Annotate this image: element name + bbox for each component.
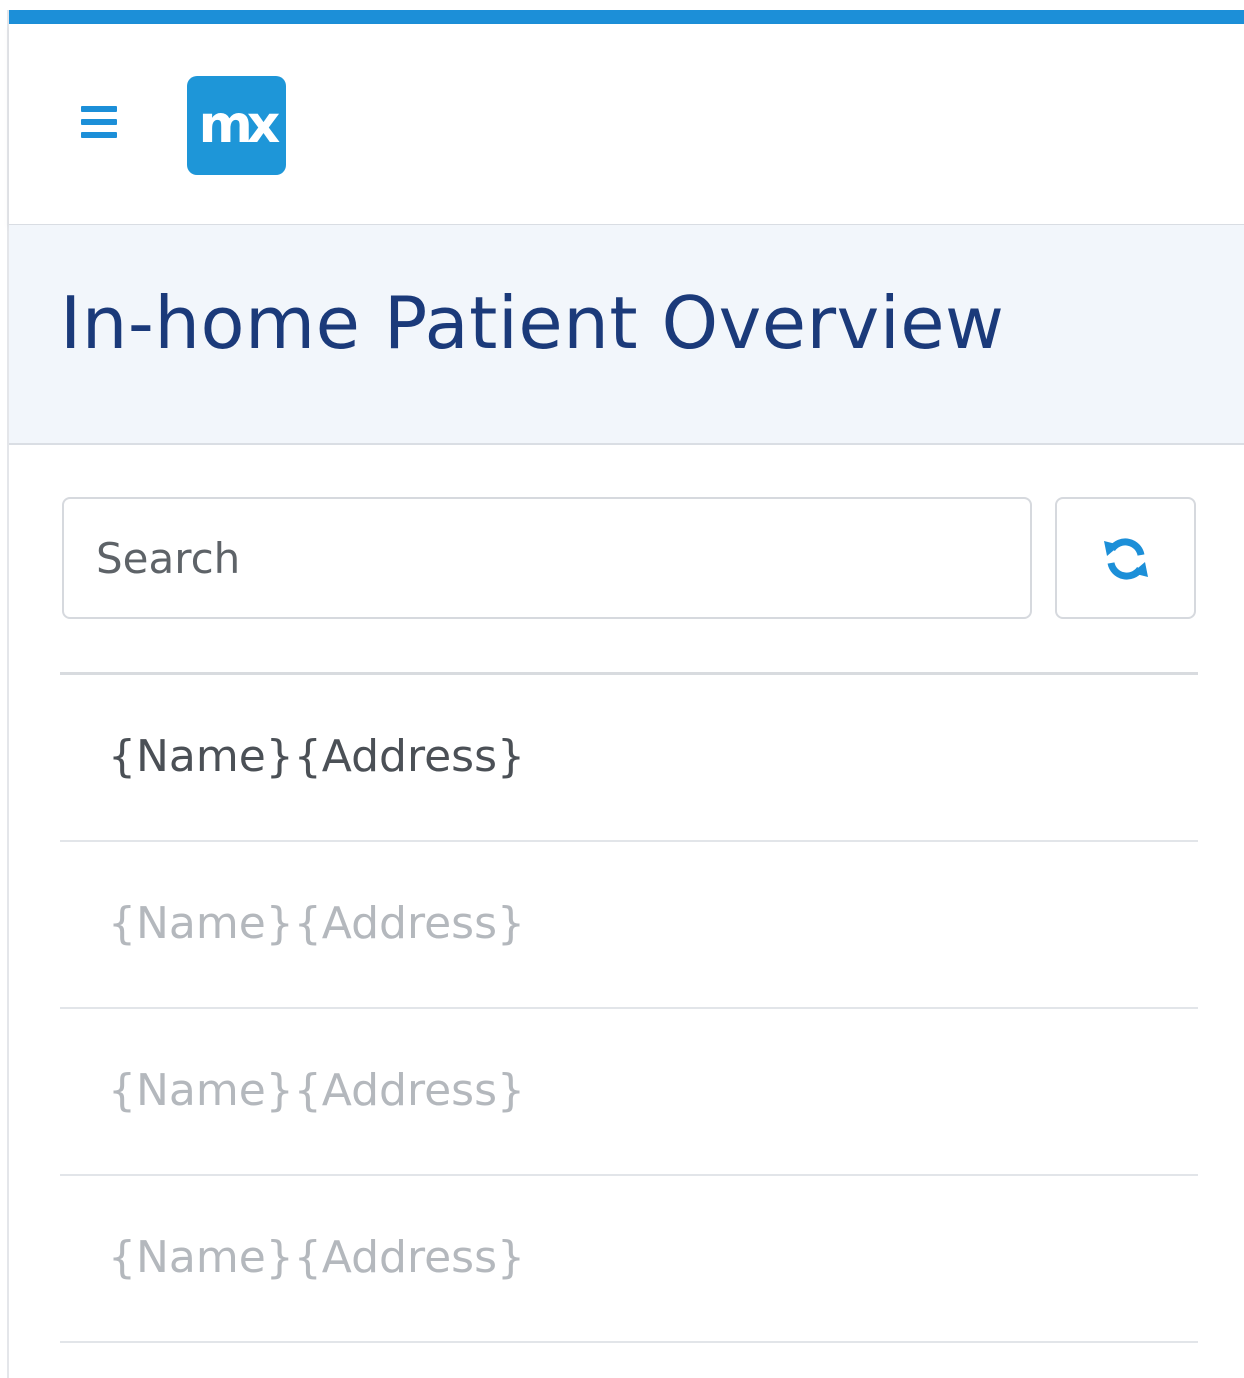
hamburger-menu-icon[interactable] — [79, 102, 119, 142]
refresh-button[interactable] — [1055, 497, 1196, 619]
list-item-label: {Name}{Address} — [108, 1232, 526, 1283]
top-accent-bar — [9, 10, 1244, 24]
refresh-icon — [1104, 538, 1148, 580]
list-item[interactable]: {Name}{Address} — [60, 1176, 1198, 1343]
list-item[interactable]: {Name}{Address} — [60, 842, 1198, 1009]
list-item-label: {Name}{Address} — [108, 1065, 526, 1116]
page-title: In-home Patient Overview — [60, 281, 1005, 365]
list-item-label: {Name}{Address} — [108, 731, 526, 782]
list-item[interactable]: {Name}{Address} — [60, 675, 1198, 842]
page-header: In-home Patient Overview — [9, 225, 1244, 445]
top-navigation-bar: mx — [9, 24, 1244, 225]
app-frame: mx In-home Patient Overview {Name}{Addre… — [0, 0, 1244, 1378]
mendix-logo[interactable]: mx — [187, 76, 286, 175]
search-input[interactable] — [62, 497, 1032, 619]
list-item[interactable]: {Name}{Address} — [60, 1009, 1198, 1176]
patient-list: {Name}{Address} {Name}{Address} {Name}{A… — [60, 672, 1198, 1343]
list-item-label: {Name}{Address} — [108, 898, 526, 949]
